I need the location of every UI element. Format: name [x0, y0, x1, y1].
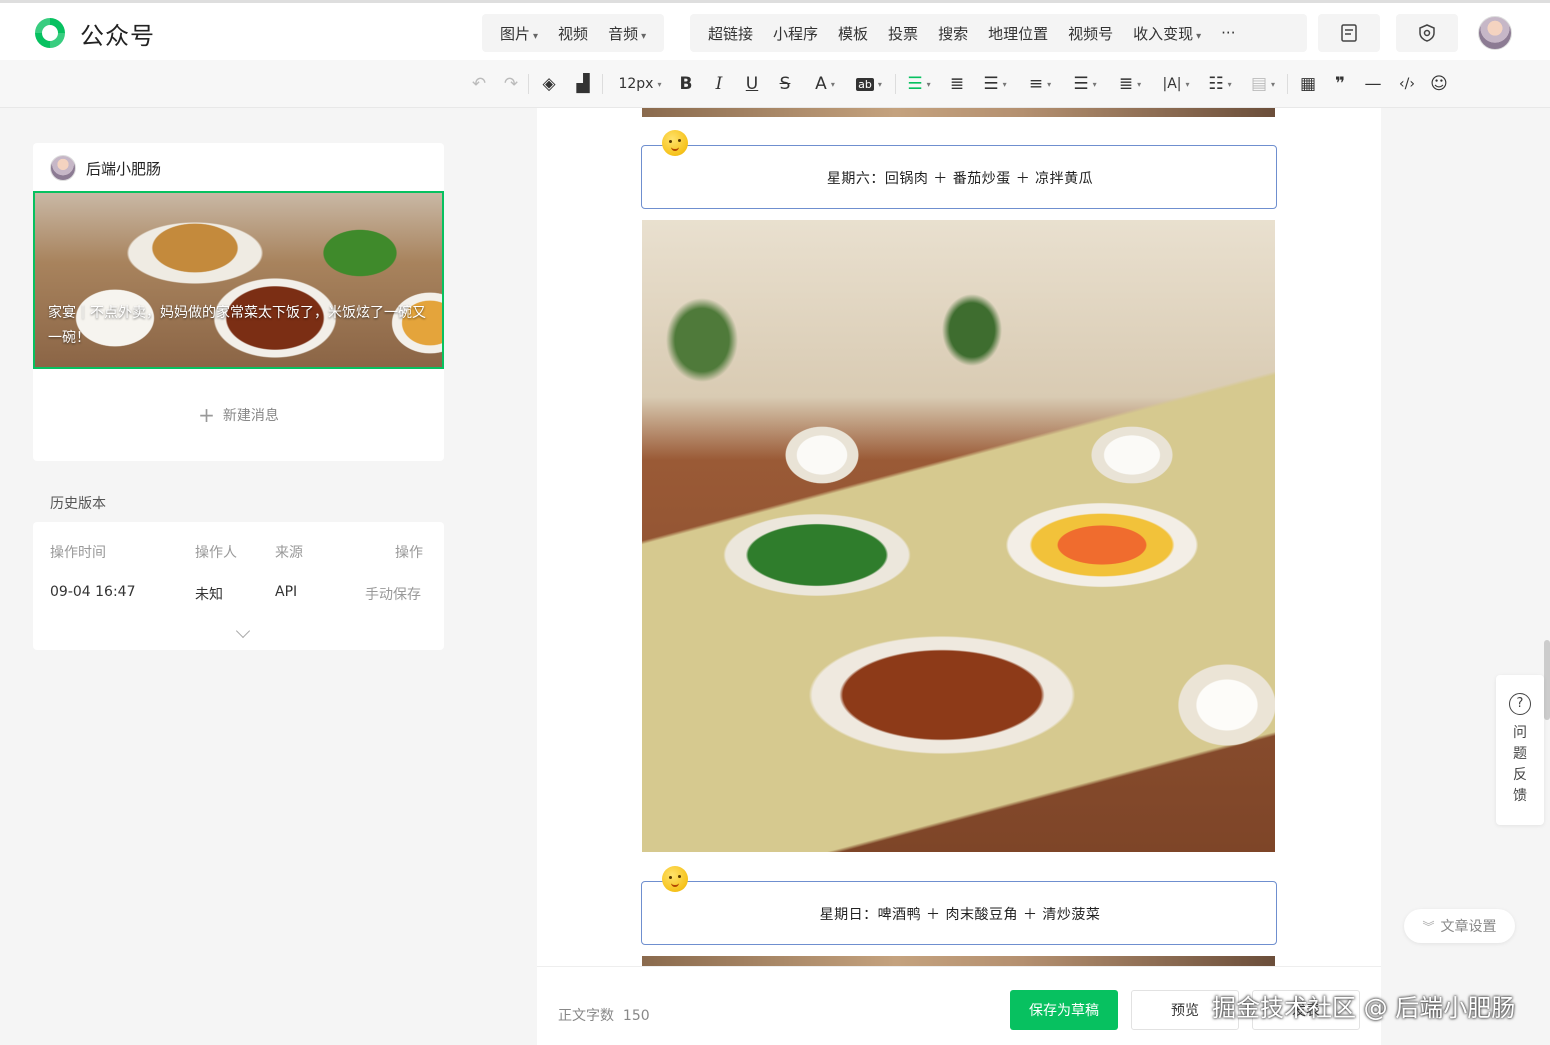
divider-icon[interactable]: —	[1363, 72, 1383, 96]
redo-icon[interactable]: ↷	[502, 72, 520, 96]
article-outline-button[interactable]	[1318, 14, 1380, 52]
account-avatar	[50, 155, 76, 181]
history-col-source: 来源	[275, 545, 303, 561]
save-draft-button[interactable]: 保存为草稿	[1010, 990, 1118, 1030]
watermark: 掘金技术社区 @ 后端小肥肠	[1212, 994, 1516, 1022]
history-col-time: 操作时间	[50, 545, 106, 561]
undo-icon[interactable]: ↶	[470, 72, 488, 96]
background-color-icon[interactable]: ab ▾	[852, 72, 886, 96]
clear-format-icon[interactable]: ◈	[539, 72, 559, 96]
wechat-official-logo-icon	[35, 18, 65, 48]
account-name: 后端小肥肠	[86, 159, 162, 178]
font-color-icon[interactable]: A ▾	[810, 72, 840, 96]
document-icon	[1341, 24, 1357, 42]
history-col-action: 操作	[395, 545, 423, 561]
text-indent-icon[interactable]: |A| ▾	[1160, 72, 1192, 96]
menu-vote[interactable]: 投票	[878, 23, 928, 44]
history-source: API	[275, 584, 298, 600]
insert-menu-group: 超链接 小程序 模板 投票 搜索 地理位置 视频号 收入变现 ▾ ···	[690, 14, 1307, 52]
history-col-operator: 操作人	[195, 545, 237, 561]
menu-monetize[interactable]: 收入变现 ▾	[1123, 23, 1211, 44]
plus-icon: +	[198, 403, 215, 427]
menu-mini-program[interactable]: 小程序	[763, 23, 828, 44]
article-cover[interactable]: 家宴｜不点外卖，妈妈做的家常菜太下饭了，米饭炫了一碗又一碗！	[33, 191, 444, 369]
menu-image[interactable]: 图片 ▾	[490, 23, 548, 44]
menu-more[interactable]: ···	[1211, 24, 1245, 42]
history-time: 09-04 16:47	[50, 584, 136, 600]
emoji-icon[interactable]: ☺	[1429, 72, 1449, 96]
originality-button[interactable]	[1396, 14, 1458, 52]
history-action[interactable]: 手动保存	[365, 584, 421, 604]
menu-text-saturday: 星期六：回锅肉 ＋ 番茄炒蛋 ＋ 凉拌黄瓜	[826, 171, 1094, 187]
strikethrough-icon[interactable]: S	[777, 72, 793, 96]
question-icon: ?	[1509, 693, 1531, 715]
article-settings-button[interactable]: ︾ 文章设置	[1404, 909, 1515, 943]
feedback-label: 问题反馈	[1513, 725, 1527, 804]
double-chevron-down-icon: ︾	[1422, 919, 1435, 934]
code-icon[interactable]: ‹/›	[1396, 72, 1418, 96]
menu-text-sunday: 星期日：啤酒鸭 ＋ 肉末酸豆角 ＋ 清炒菠菜	[819, 907, 1101, 923]
menu-location[interactable]: 地理位置	[978, 23, 1058, 44]
menu-box-saturday: 星期六：回锅肉 ＋ 番茄炒蛋 ＋ 凉拌黄瓜	[641, 145, 1277, 209]
feedback-button[interactable]: ? 问题反馈	[1496, 675, 1544, 825]
history-operator: 未知	[195, 587, 223, 603]
food-image-partial-top	[642, 108, 1275, 117]
shield-icon	[1419, 24, 1435, 42]
font-size-select[interactable]: 12px ▾	[614, 72, 666, 96]
menu-box-sunday: 星期日：啤酒鸭 ＋ 肉末酸豆角 ＋ 清炒菠菜	[641, 881, 1277, 945]
italic-icon[interactable]: I	[711, 72, 727, 96]
article-editor[interactable]: 星期六：回锅肉 ＋ 番茄炒蛋 ＋ 凉拌黄瓜 星期日：啤酒鸭 ＋ 肉末酸豆角 ＋ …	[537, 108, 1381, 1045]
quote-icon[interactable]: ❞	[1330, 72, 1350, 96]
top-bar: 公众号 图片 ▾ 视频 音频 ▾ 超链接 小程序 模板 投票 搜索 地理位置 视频号…	[0, 0, 1550, 60]
align-justify-icon[interactable]: ☰ ▾	[980, 72, 1010, 96]
history-title: 历史版本	[50, 496, 106, 512]
menu-search[interactable]: 搜索	[928, 23, 978, 44]
history-card: 操作时间 操作人 来源 操作 09-04 16:47 未知 API 手动保存	[33, 522, 444, 650]
list-icon[interactable]: ☷ ▾	[1205, 72, 1235, 96]
app-logo[interactable]: 公众号	[32, 15, 155, 51]
menu-template[interactable]: 模板	[828, 23, 878, 44]
menu-video[interactable]: 视频	[548, 23, 598, 44]
menu-channels[interactable]: 视频号	[1058, 23, 1123, 44]
article-cover-title: 家宴｜不点外卖，妈妈做的家常菜太下饭了，米饭炫了一碗又一碗！	[48, 305, 426, 346]
smile-emoji-icon	[662, 130, 688, 156]
paragraph-spacing-icon[interactable]: ☰ ▾	[1070, 72, 1100, 96]
line-height-icon[interactable]: ≡ ▾	[1025, 72, 1055, 96]
account-header: 后端小肥肠	[50, 155, 161, 181]
format-toolbar: ↶ ↷ ◈ ▟ 12px ▾ B I U S A ▾ ab ▾ ☰ ▾ ≣ ☰ ▾ ≡ ▾ …	[0, 60, 1550, 108]
meal-photo[interactable]	[642, 220, 1275, 852]
menu-audio[interactable]: 音频 ▾	[598, 23, 656, 44]
bold-icon[interactable]: B	[678, 72, 694, 96]
chevron-down-icon[interactable]	[235, 623, 251, 639]
word-count: 正文字数 150	[558, 1008, 650, 1024]
menu-hyperlink[interactable]: 超链接	[698, 23, 763, 44]
scrollbar[interactable]	[1544, 640, 1550, 720]
letter-spacing-icon[interactable]: ≣ ▾	[1115, 72, 1145, 96]
indent-icon[interactable]: ≣	[947, 72, 967, 96]
new-message-button[interactable]: + 新建消息	[33, 403, 444, 427]
app-title: 公众号	[80, 21, 155, 50]
table-icon[interactable]: ▦	[1298, 72, 1318, 96]
format-painter-icon[interactable]: ▟	[573, 72, 593, 96]
smile-emoji-icon	[662, 866, 688, 892]
underline-icon[interactable]: U	[744, 72, 760, 96]
food-image-partial-bottom	[642, 956, 1275, 966]
float-icon[interactable]: ▤ ▾	[1248, 72, 1278, 96]
align-center-icon[interactable]: ☰ ▾	[904, 72, 934, 96]
user-avatar[interactable]	[1478, 16, 1512, 50]
media-menu-group: 图片 ▾ 视频 音频 ▾	[482, 14, 664, 52]
article-list-card: 后端小肥肠 家宴｜不点外卖，妈妈做的家常菜太下饭了，米饭炫了一碗又一碗！ + 新建…	[33, 143, 444, 461]
